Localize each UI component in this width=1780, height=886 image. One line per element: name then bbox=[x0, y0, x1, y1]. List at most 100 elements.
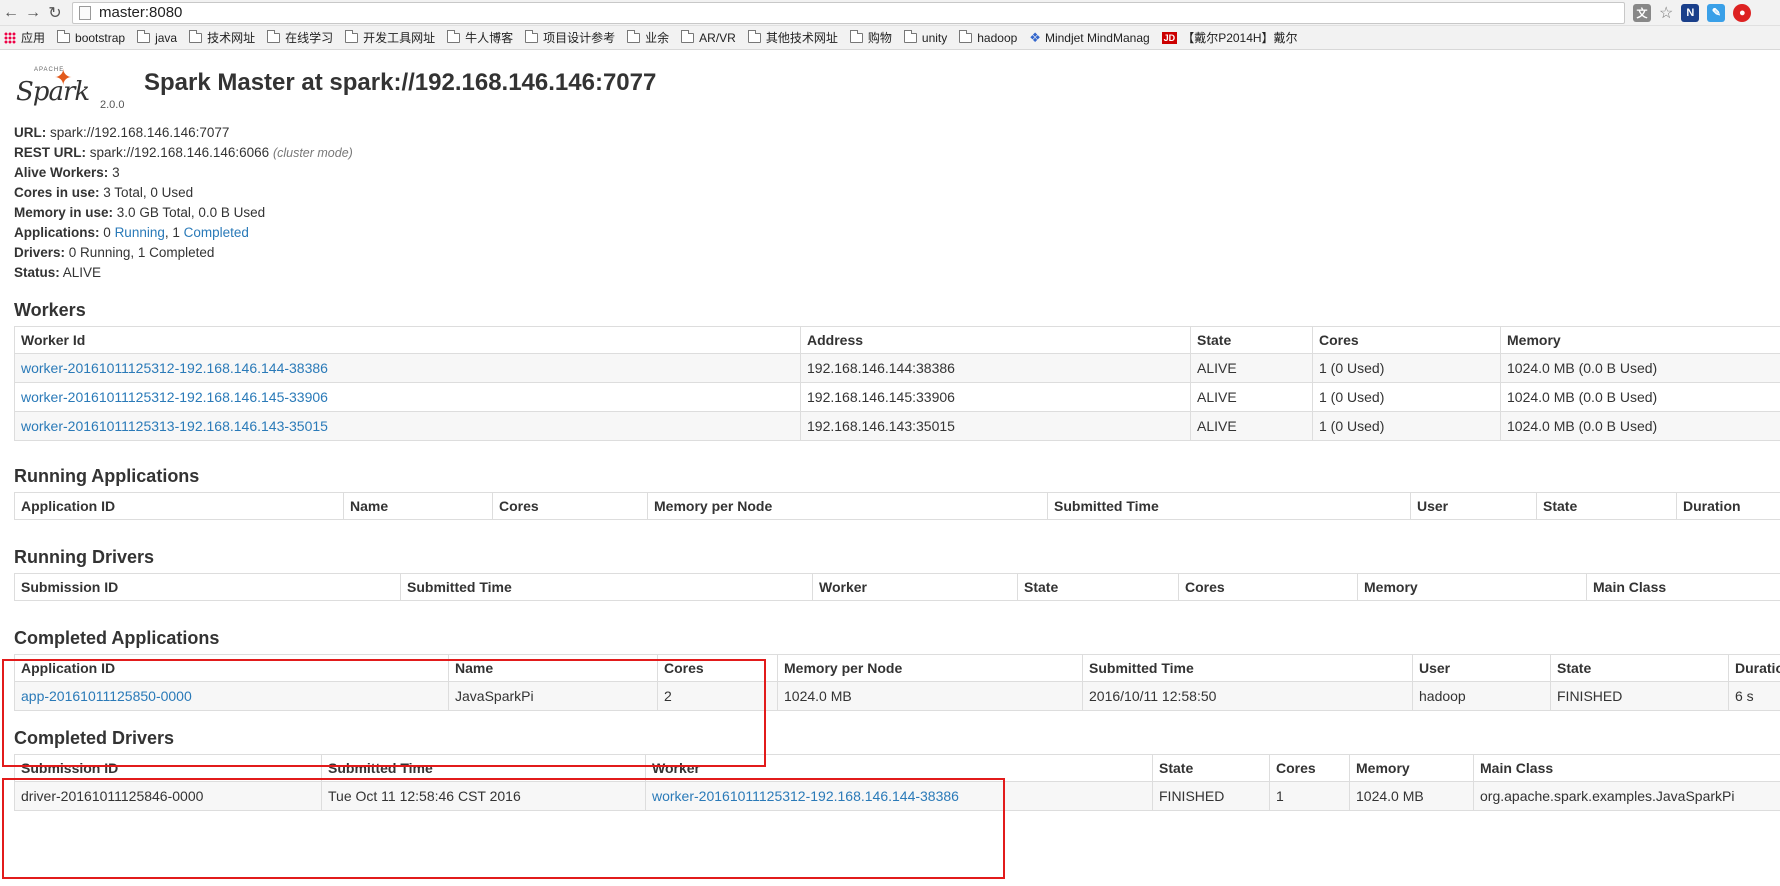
bookmark-apps[interactable]: 应用 bbox=[4, 29, 45, 46]
spark-version: 2.0.0 bbox=[100, 99, 125, 111]
col-header[interactable]: State bbox=[1536, 492, 1677, 520]
table-cell: 1024.0 MB bbox=[1349, 781, 1474, 811]
col-header[interactable]: State bbox=[1550, 654, 1729, 682]
completed-drivers-heading[interactable]: Completed Drivers bbox=[14, 725, 1766, 751]
col-header[interactable]: Duration bbox=[1676, 492, 1780, 520]
worker-link[interactable]: worker-20161011125312-192.168.146.144-38… bbox=[21, 360, 328, 376]
col-header[interactable]: State bbox=[1017, 573, 1179, 601]
forward-icon[interactable]: → bbox=[22, 4, 44, 22]
bookmark-folder[interactable]: bootstrap bbox=[57, 29, 125, 45]
bookmark-jd[interactable]: JD 【戴尔P2014H】戴尔 bbox=[1161, 29, 1298, 46]
page-content: APACHE ✦ Spark 2.0.0 Spark Master at spa… bbox=[0, 60, 1780, 811]
completed-apps-heading[interactable]: Completed Applications bbox=[14, 625, 1766, 651]
col-header[interactable]: User bbox=[1412, 654, 1551, 682]
running-apps-link[interactable]: Running bbox=[115, 225, 165, 240]
table-cell: 2016/10/11 12:58:50 bbox=[1082, 681, 1413, 711]
col-header[interactable]: Submitted Time bbox=[1047, 492, 1411, 520]
folder-icon bbox=[525, 29, 539, 43]
col-header[interactable]: State bbox=[1152, 754, 1270, 782]
bookmark-folder[interactable]: 开发工具网址 bbox=[345, 29, 435, 46]
completed-apps-link[interactable]: Completed bbox=[184, 225, 249, 240]
completed-drivers-table: Submission ID Submitted Time Worker Stat… bbox=[14, 754, 1780, 811]
bookmark-folder[interactable]: 其他技术网址 bbox=[747, 29, 838, 46]
col-header[interactable]: Submission ID bbox=[14, 573, 401, 601]
star-bookmark-icon[interactable]: ☆ bbox=[1659, 3, 1673, 23]
back-icon[interactable]: ← bbox=[0, 4, 22, 22]
col-header[interactable]: Memory per Node bbox=[777, 654, 1083, 682]
table-cell: ALIVE bbox=[1190, 353, 1313, 383]
col-header[interactable]: Memory bbox=[1500, 326, 1780, 354]
bookmark-folder[interactable]: 技术网址 bbox=[189, 29, 255, 46]
bookmark-folder[interactable]: unity bbox=[903, 29, 947, 45]
col-header[interactable]: Memory per Node bbox=[647, 492, 1048, 520]
table-cell: 1024.0 MB (0.0 B Used) bbox=[1500, 411, 1780, 441]
col-header[interactable]: Submitted Time bbox=[1082, 654, 1413, 682]
workers-heading[interactable]: Workers bbox=[14, 297, 1766, 323]
col-header[interactable]: Cores bbox=[1312, 326, 1501, 354]
bookmark-folder[interactable]: hadoop bbox=[959, 29, 1017, 45]
table-row: app-20161011125850-0000 JavaSparkPi 2 10… bbox=[14, 681, 1780, 711]
worker-link[interactable]: worker-20161011125312-192.168.146.144-38… bbox=[652, 788, 959, 804]
table-row: worker-20161011125313-192.168.146.143-35… bbox=[14, 411, 1780, 441]
bookmark-folder[interactable]: java bbox=[137, 29, 177, 45]
table-row: worker-20161011125312-192.168.146.144-38… bbox=[14, 353, 1780, 383]
table-row: worker-20161011125312-192.168.146.145-33… bbox=[14, 382, 1780, 412]
spark-logo[interactable]: APACHE ✦ Spark 2.0.0 bbox=[14, 65, 124, 115]
summary-url: URL: spark://192.168.146.146:7077 bbox=[14, 125, 230, 140]
bookmark-folder[interactable]: 在线学习 bbox=[267, 29, 333, 46]
running-drivers-table: Submission ID Submitted Time Worker Stat… bbox=[14, 573, 1780, 601]
table-cell: JavaSparkPi bbox=[448, 681, 658, 711]
summary-applications: Applications: 0 Running, 1 Completed bbox=[14, 225, 249, 240]
bookmark-folder[interactable]: 项目设计参考 bbox=[525, 29, 615, 46]
running-apps-heading[interactable]: Running Applications bbox=[14, 463, 1766, 489]
col-header[interactable]: Name bbox=[448, 654, 658, 682]
col-header[interactable]: Worker bbox=[812, 573, 1018, 601]
col-header[interactable]: Worker bbox=[645, 754, 1153, 782]
col-header[interactable]: Submitted Time bbox=[321, 754, 646, 782]
col-header[interactable]: Main Class bbox=[1473, 754, 1780, 782]
col-header[interactable]: Memory bbox=[1349, 754, 1474, 782]
col-header[interactable]: Address bbox=[800, 326, 1191, 354]
col-header[interactable]: State bbox=[1190, 326, 1313, 354]
worker-link[interactable]: worker-20161011125312-192.168.146.145-33… bbox=[21, 389, 328, 405]
col-header[interactable]: Memory bbox=[1357, 573, 1587, 601]
master-summary: URL: spark://192.168.146.146:7077 REST U… bbox=[14, 123, 1766, 283]
col-header[interactable]: User bbox=[1410, 492, 1537, 520]
extension-red-icon[interactable]: ● bbox=[1733, 3, 1752, 22]
col-header[interactable]: Application ID bbox=[14, 654, 449, 682]
col-header[interactable]: Name bbox=[343, 492, 493, 520]
col-header[interactable]: Application ID bbox=[14, 492, 344, 520]
extension-n-icon[interactable]: N bbox=[1681, 3, 1700, 22]
translate-icon[interactable]: 文 bbox=[1633, 3, 1651, 22]
col-header[interactable]: Duratio bbox=[1728, 654, 1780, 682]
app-link[interactable]: app-20161011125850-0000 bbox=[21, 688, 192, 704]
table-cell: 192.168.146.143:35015 bbox=[800, 411, 1191, 441]
jd-icon: JD bbox=[1161, 31, 1178, 44]
col-header[interactable]: Cores bbox=[492, 492, 648, 520]
extension-pen-icon[interactable]: ✎ bbox=[1707, 3, 1726, 22]
worker-link[interactable]: worker-20161011125313-192.168.146.143-35… bbox=[21, 418, 328, 434]
page-title: Spark Master at spark://192.168.146.146:… bbox=[144, 69, 657, 96]
bookmark-folder[interactable]: 业余 bbox=[627, 29, 669, 46]
bookmark-folder[interactable]: 购物 bbox=[849, 29, 892, 46]
running-drivers-heading[interactable]: Running Drivers bbox=[14, 544, 1766, 570]
col-header[interactable]: Cores bbox=[1178, 573, 1358, 601]
address-bar[interactable]: master:8080 bbox=[72, 1, 1625, 24]
apps-icon bbox=[4, 31, 16, 44]
reload-icon[interactable]: ↻ bbox=[44, 3, 66, 23]
col-header[interactable]: Submitted Time bbox=[400, 573, 813, 601]
table-cell: FINISHED bbox=[1550, 681, 1729, 711]
table-cell: FINISHED bbox=[1152, 781, 1270, 811]
bookmark-folder[interactable]: 牛人博客 bbox=[447, 29, 513, 46]
table-cell: 1 (0 Used) bbox=[1312, 382, 1501, 412]
col-header[interactable]: Cores bbox=[1269, 754, 1350, 782]
folder-icon bbox=[57, 29, 71, 43]
bookmark-folder[interactable]: AR/VR bbox=[681, 29, 736, 45]
table-cell: 1 (0 Used) bbox=[1312, 353, 1501, 383]
bookmark-mindjet[interactable]: ❖ Mindjet MindManag bbox=[1029, 30, 1149, 46]
col-header[interactable]: Main Class bbox=[1586, 573, 1780, 601]
col-header[interactable]: Submission ID bbox=[14, 754, 322, 782]
table-cell: ALIVE bbox=[1190, 382, 1313, 412]
col-header[interactable]: Worker Id bbox=[14, 326, 801, 354]
col-header[interactable]: Cores bbox=[657, 654, 778, 682]
